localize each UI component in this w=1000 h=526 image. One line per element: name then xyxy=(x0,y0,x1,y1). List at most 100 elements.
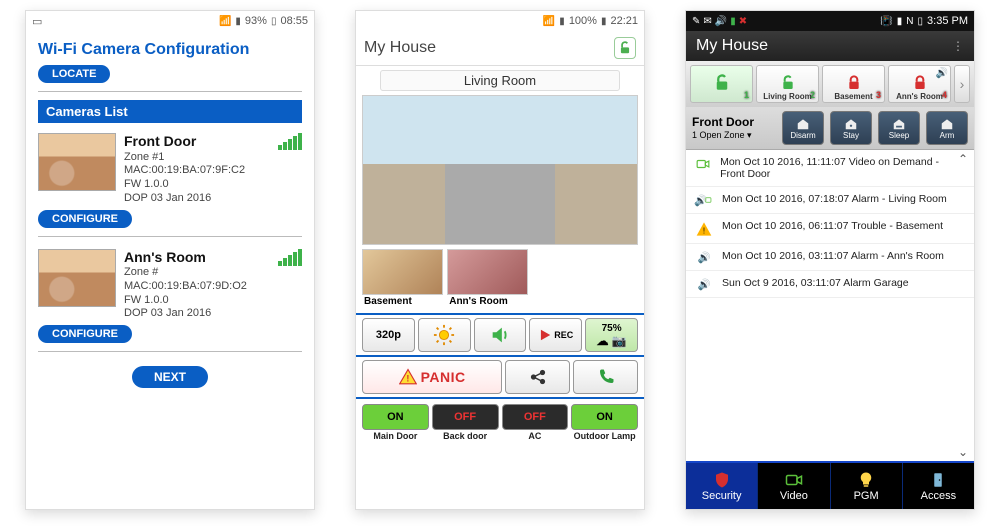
battery-pct: 100% xyxy=(569,15,597,27)
event-list: ⌃ Mon Oct 10 2016, 11:11:07 Video on Dem… xyxy=(686,150,974,461)
menu-icon[interactable]: ⋮ xyxy=(952,39,964,53)
nav-video[interactable]: Video xyxy=(758,463,830,509)
zone-selector[interactable]: Front Door 1 Open Zone ▾ xyxy=(692,115,776,141)
door-icon xyxy=(929,471,947,489)
camera-zone: Zone # xyxy=(124,266,302,280)
clock: 08:55 xyxy=(280,15,308,27)
house-lock-icon xyxy=(940,117,954,131)
area-tile[interactable]: 🔊 4 Ann's Room xyxy=(888,65,951,103)
speaker-alert-icon: 🔊 xyxy=(715,16,727,27)
current-room-label[interactable]: Living Room xyxy=(380,70,620,91)
pgm-label: Outdoor Lamp xyxy=(571,431,638,441)
record-button[interactable]: REC xyxy=(529,318,582,352)
divider xyxy=(356,397,644,399)
divider xyxy=(38,351,302,352)
status-bar: ✎ ✉ 🔊 ▮ ✖ 📳 ▮ N ▯ 3:35 PM xyxy=(686,11,974,31)
locate-button[interactable]: LOCATE xyxy=(38,65,110,83)
event-row[interactable]: ! Mon Oct 10 2016, 06:11:07 Trouble - Ba… xyxy=(686,214,974,244)
nav-access[interactable]: Access xyxy=(903,463,974,509)
zone-sub: 1 Open Zone ▾ xyxy=(692,130,752,140)
rec-label: REC xyxy=(554,330,573,340)
event-row[interactable]: 🔊 Mon Oct 10 2016, 07:18:07 Alarm - Livi… xyxy=(686,187,974,214)
resolution-button[interactable]: 320p xyxy=(362,318,415,352)
house-open-icon xyxy=(796,117,810,131)
mode-stay-button[interactable]: Stay xyxy=(830,111,872,145)
sun-icon xyxy=(433,324,455,346)
bottom-nav: Security Video PGM Access xyxy=(686,461,974,509)
thumb-label: Basement xyxy=(362,295,443,308)
area-tile[interactable]: 2 Living Room xyxy=(756,65,819,103)
battery-pct: 93% xyxy=(245,15,267,27)
signal-icon: ▮ xyxy=(235,16,241,27)
camera-thumb[interactable]: Ann's Room xyxy=(447,249,528,308)
storage-button[interactable]: 75% ☁︎ 📷 xyxy=(585,318,638,352)
share-button[interactable] xyxy=(505,360,570,394)
event-text: Mon Oct 10 2016, 07:18:07 Alarm - Living… xyxy=(722,193,947,205)
house-bed-icon xyxy=(892,117,906,131)
camera-thumb[interactable]: Basement xyxy=(362,249,443,308)
bulb-icon xyxy=(857,471,875,489)
event-text: Sun Oct 9 2016, 03:11:07 Alarm Garage xyxy=(722,277,909,289)
pgm-item[interactable]: ON Main Door xyxy=(362,404,429,441)
camera-row: Front Door Zone #1 MAC:00:19:BA:07:9F:C2… xyxy=(38,129,302,210)
camera-zone: Zone #1 xyxy=(124,151,302,165)
phone-icon xyxy=(597,368,615,386)
divider xyxy=(356,355,644,357)
nav-pgm[interactable]: PGM xyxy=(831,463,903,509)
lock-alarm-icon xyxy=(912,75,928,91)
pgm-item[interactable]: OFF AC xyxy=(502,404,569,441)
cameras-list-header: Cameras List xyxy=(38,100,302,123)
event-text: Mon Oct 10 2016, 06:11:07 Trouble - Base… xyxy=(722,220,943,232)
pgm-item[interactable]: OFF Back door xyxy=(432,404,499,441)
camera-mac: MAC:00:19:BA:07:9D:O2 xyxy=(124,280,302,294)
camera-fw: FW 1.0.0 xyxy=(124,178,302,192)
divider xyxy=(38,91,302,92)
status-bar: ▭ 📶 ▮ 93% ▯ 08:55 xyxy=(26,11,314,31)
scroll-down-icon[interactable]: ⌄ xyxy=(956,445,970,459)
battery-icon: ▯ xyxy=(918,16,924,27)
pgm-item[interactable]: ON Outdoor Lamp xyxy=(571,404,638,441)
warning-icon: ✖ xyxy=(739,16,747,27)
wifi-icon: 📶 xyxy=(543,16,555,27)
mail-icon: ✉ xyxy=(703,16,711,27)
live-video-frame[interactable] xyxy=(362,95,638,245)
sound-button[interactable] xyxy=(474,318,527,352)
area-tile[interactable]: 1 xyxy=(690,65,753,103)
mode-disarm-button[interactable]: Disarm xyxy=(782,111,824,145)
area-tile[interactable]: 3 Basement xyxy=(822,65,885,103)
pgm-state: OFF xyxy=(502,404,569,430)
scroll-up-icon[interactable]: ⌃ xyxy=(956,152,970,166)
mode-arm-button[interactable]: Arm xyxy=(926,111,968,145)
battery-icon: ▮ xyxy=(601,16,607,27)
camera-thumbnail[interactable] xyxy=(38,249,116,307)
status-bar: 📶 ▮ 100% ▮ 22:21 xyxy=(356,11,644,31)
areas-scroll-right[interactable]: › xyxy=(954,65,970,103)
lock-open-icon[interactable] xyxy=(614,37,636,59)
clock: 22:21 xyxy=(610,15,638,27)
alarm-icon: 🔊 xyxy=(694,277,714,291)
nfc-icon: N xyxy=(906,16,913,27)
next-button[interactable]: NEXT xyxy=(132,366,208,388)
event-row[interactable]: Mon Oct 10 2016, 11:11:07 Video on Deman… xyxy=(686,150,974,187)
lock-closed-icon xyxy=(846,75,862,91)
clock: 3:35 PM xyxy=(927,15,968,27)
event-text: Mon Oct 10 2016, 03:11:07 Alarm - Ann's … xyxy=(722,250,944,262)
thumb-label: Ann's Room xyxy=(447,295,528,308)
event-row[interactable]: 🔊 Sun Oct 9 2016, 03:11:07 Alarm Garage xyxy=(686,271,974,298)
nav-security[interactable]: Security xyxy=(686,463,758,509)
event-row[interactable]: 🔊 Mon Oct 10 2016, 03:11:07 Alarm - Ann'… xyxy=(686,244,974,271)
svg-text:!: ! xyxy=(703,227,705,236)
configure-button[interactable]: CONFIGURE xyxy=(38,325,132,343)
edit-icon: ✎ xyxy=(692,16,700,27)
call-button[interactable] xyxy=(573,360,638,394)
panic-button[interactable]: ! PANIC xyxy=(362,360,502,394)
configure-button[interactable]: CONFIGURE xyxy=(38,210,132,228)
storage-pct: 75% xyxy=(602,323,622,334)
house-person-icon xyxy=(844,117,858,131)
camera-thumbnail[interactable] xyxy=(38,133,116,191)
signal-icon: ▮ xyxy=(897,16,903,27)
play-icon xyxy=(538,328,552,342)
mode-sleep-button[interactable]: Sleep xyxy=(878,111,920,145)
site-title: My House xyxy=(696,37,768,55)
brightness-button[interactable] xyxy=(418,318,471,352)
